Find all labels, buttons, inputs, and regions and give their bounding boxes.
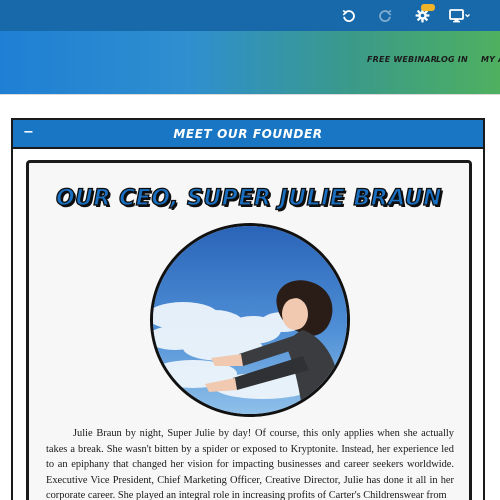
redo-icon xyxy=(379,9,392,22)
section-header[interactable]: − MEET OUR FOUNDER xyxy=(13,120,483,149)
nav-log-in[interactable]: LOG IN xyxy=(436,55,468,64)
nav-free-webinar[interactable]: FREE WEBINAR xyxy=(367,55,437,64)
founder-bio: Julie Braun by night, Super Julie by day… xyxy=(46,428,454,500)
settings-badge xyxy=(421,4,435,11)
founder-section: − MEET OUR FOUNDER OUR CEO, SUPER JULIE … xyxy=(11,118,485,500)
ceo-heading: OUR CEO, SUPER JULIE BRAUN xyxy=(55,185,442,211)
redo-button[interactable] xyxy=(375,0,395,31)
site-header: FREE WEBINAR LOG IN MY AC xyxy=(0,31,500,94)
undo-button[interactable] xyxy=(339,0,359,31)
section-title: MEET OUR FOUNDER xyxy=(173,127,323,141)
monitor-icon xyxy=(449,8,470,22)
nav-my-account[interactable]: MY AC xyxy=(481,55,500,64)
device-preview-button[interactable] xyxy=(447,0,473,31)
header-divider xyxy=(0,94,500,95)
undo-icon xyxy=(342,9,355,22)
editor-toolbar xyxy=(0,0,500,31)
founder-card: OUR CEO, SUPER JULIE BRAUN Julie Braun b… xyxy=(26,160,472,500)
founder-portrait xyxy=(150,223,350,417)
